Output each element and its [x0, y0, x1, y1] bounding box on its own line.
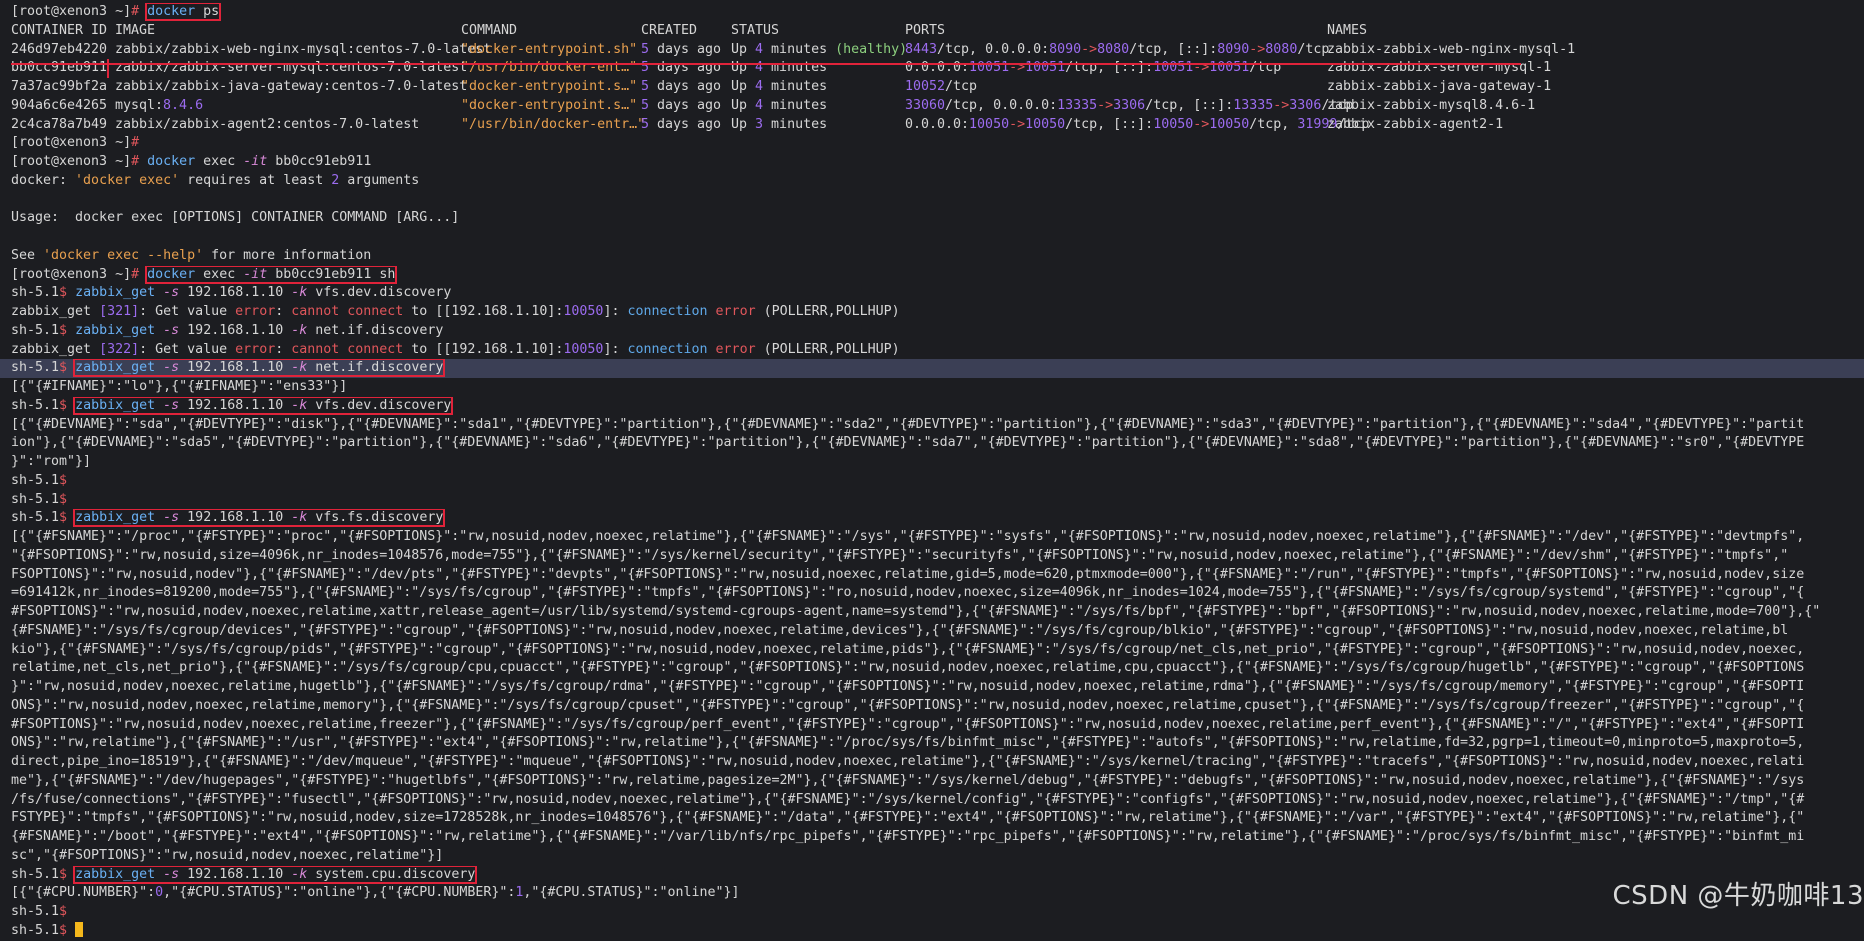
table-cell: 2c4ca78a7b49: [11, 116, 108, 132]
table-cell: zabbix-zabbix-mysql8.4.6-1: [1327, 97, 1536, 113]
table-header-cell: CONTAINER ID: [11, 22, 108, 38]
output-line: [{"{#DEVNAME}":"sda","{#DEVTYPE}":"disk"…: [11, 416, 1805, 432]
terminal[interactable]: [root@xenon3 ~]# docker ps CONTAINER ID IM…: [0, 3, 1864, 941]
output-line: ion"},{"{#DEVNAME}":"sda5","{#DEVTYPE}":…: [11, 435, 1805, 451]
table-cell: Up 3 minutes: [731, 116, 828, 132]
output-line: }":"rom"}]: [11, 454, 92, 469]
table-header: CONTAINER ID IMAGE COMMAND CREATED STATUS POR…: [11, 22, 1864, 41]
output-line: [{"{#FSNAME}":"/proc","{#FSTYPE}":"proc"…: [11, 529, 1805, 544]
table-header-cell: NAMES: [1327, 22, 1368, 38]
output-line: me"},{"{#FSNAME}":"/dev/hugepages","{#FS…: [11, 772, 1805, 788]
table-cell: zabbix-zabbix-agent2-1: [1327, 116, 1504, 132]
table-cell: 246d97eb4220: [11, 41, 108, 57]
table-cell: Up 4 minutes (healthy): [731, 41, 908, 57]
table-header-cell: COMMAND: [461, 22, 518, 38]
output-line: [{"{#IFNAME}":"lo"},{"{#IFNAME}":"ens33"…: [11, 379, 348, 394]
table-cell: "docker-entrypoint.s…": [461, 79, 638, 94]
table-row: 904a6c6e4265 mysql:8.4.6 "docker-entrypoin…: [11, 97, 1864, 116]
output-line: direct,pipe_ino=18519"},{"{#FSNAME}":"/d…: [11, 754, 1805, 769]
vfs-dev-command: zabbix_get -s 192.168.1.10 -k vfs.dev.di…: [73, 396, 454, 415]
output-line: [{"{#CPU.NUMBER}":0,"{#CPU.STATUS}":"onl…: [11, 885, 740, 901]
table-cell: 5 days ago: [641, 116, 722, 132]
output-line: #FSOPTIONS}":"rw,nosuid,nodev,noexec,rel…: [11, 716, 1805, 732]
prompt-line: sh-5.1$: [11, 491, 68, 507]
command-line: sh-5.1$ zabbix_get -s 192.168.1.10 -k vf…: [11, 509, 446, 528]
command-line: sh-5.1$ zabbix_get -s 192.168.1.10 -k ne…: [11, 322, 444, 338]
table-cell: mysql:8.4.6: [115, 97, 204, 113]
table-row: 2c4ca78a7b49 zabbix/zabbix-agent2:centos-…: [11, 116, 1864, 135]
table-cell: "docker-entrypoint.sh": [461, 41, 638, 57]
command-line: sh-5.1$ zabbix_get -s 192.168.1.10 -k vf…: [11, 285, 452, 301]
table-row: 7a37ac99bf2a zabbix/zabbix-java-gateway:c…: [11, 78, 1864, 97]
command-line: [root@xenon3 ~]# docker exec -it bb0cc91…: [11, 154, 372, 169]
output-line: #FSOPTIONS}":"rw,nosuid,nodev,noexec,rel…: [11, 604, 1821, 619]
cpu-discovery-command: zabbix_get -s 192.168.1.10 -k system.cpu…: [73, 865, 478, 884]
output-line: {#FSNAME}":"/boot","{#FSTYPE}":"ext4","{…: [11, 829, 1805, 844]
command-line: sh-5.1$ zabbix_get -s 192.168.1.10 -k sy…: [11, 865, 478, 884]
output-line: /fs/fuse/connections","{#FSTYPE}":"fusec…: [11, 791, 1805, 807]
row-underline: [11, 63, 1521, 65]
watermark: CSDN @牛奶咖啡13: [1612, 881, 1864, 911]
output-line: FSTYPE}":"tmpfs","{#FSOPTIONS}":"rw,nosu…: [11, 810, 1805, 826]
table-cell: zabbix/zabbix-web-nginx-mysql:centos-7.0…: [115, 41, 492, 57]
prompt-line: sh-5.1$: [11, 472, 68, 488]
prompt-line: [root@xenon3 ~]# docker ps: [11, 3, 222, 21]
net-if-command: zabbix_get -s 192.168.1.10 -k net.if.dis…: [73, 359, 446, 378]
docker-exec-command: docker exec -it bb0cc91eb911 sh: [145, 265, 398, 284]
table-cell: Up 4 minutes: [731, 79, 828, 94]
usage-line: Usage: docker exec [OPTIONS] CONTAINER C…: [11, 210, 460, 226]
output-line: =691412k,nr_inodes=819200,mode=755"},{"{…: [11, 585, 1805, 601]
table-cell: 5 days ago: [641, 79, 722, 94]
table-cell: "/usr/bin/docker-entr…": [461, 116, 646, 132]
table-cell: zabbix/zabbix-java-gateway:centos-7.0-la…: [115, 79, 468, 94]
table-cell: 5 days ago: [641, 41, 722, 57]
output-line: ONS}":"rw,relatime"},{"{#FSNAME}":"/usr"…: [11, 735, 1805, 751]
vfs-fs-command: zabbix_get -s 192.168.1.10 -k vfs.fs.dis…: [73, 509, 446, 528]
table-cell: 10052/tcp: [905, 79, 978, 94]
table-cell: 5 days ago: [641, 97, 722, 113]
output-line: {#FSNAME}":"/sys/fs/cgroup/devices","{#F…: [11, 622, 1789, 638]
table-cell: 33060/tcp, 0.0.0.0:13335->3306/tcp, [::]…: [905, 97, 1354, 113]
output-line: FSOPTIONS}":"rw,nosuid,nodev"},{"{#FSNAM…: [11, 566, 1805, 582]
table-cell: zabbix-zabbix-java-gateway-1: [1327, 79, 1552, 94]
command-line: sh-5.1$ zabbix_get -s 192.168.1.10 -k ne…: [0, 359, 1864, 378]
table-header-cell: PORTS: [905, 22, 946, 38]
table-header-cell: CREATED: [641, 22, 698, 38]
table-cell: 8443/tcp, 0.0.0.0:8090->8080/tcp, [::]:8…: [905, 41, 1330, 57]
error-line: zabbix_get [322]: Get value error: canno…: [11, 341, 900, 357]
table-row: 246d97eb4220 zabbix/zabbix-web-nginx-mysq…: [11, 41, 1864, 60]
output-line: kio"},{"{#FSNAME}":"/sys/fs/cgroup/pids"…: [11, 641, 1805, 657]
command-line: [root@xenon3 ~]# docker exec -it bb0cc91…: [11, 265, 398, 284]
help-line: See 'docker exec --help' for more inform…: [11, 247, 372, 263]
docker-ps-command: docker ps: [145, 3, 222, 21]
output-line: relatime,net_cls,net_prio"},{"{#FSNAME}"…: [11, 660, 1805, 676]
table-cell: Up 4 minutes: [731, 97, 828, 113]
output-line: ONS}":"rw,nosuid,nodev,noexec,relatime,m…: [11, 697, 1805, 713]
table-header-cell: IMAGE: [115, 22, 156, 38]
table-cell: zabbix-zabbix-web-nginx-mysql-1: [1327, 41, 1576, 57]
table-header-cell: STATUS: [731, 22, 780, 38]
table-cell: 0.0.0.0:10050->10050/tcp, [::]:10050->10…: [905, 116, 1370, 132]
table-cell: 904a6c6e4265: [11, 97, 108, 113]
output-line: }":"rw,nosuid,nodev,noexec,relatime,huge…: [11, 679, 1805, 694]
table-cell: zabbix/zabbix-agent2:centos-7.0-latest: [115, 116, 420, 132]
error-line: docker: 'docker exec' requires at least …: [11, 172, 420, 188]
command-line: sh-5.1$ zabbix_get -s 192.168.1.10 -k vf…: [11, 396, 454, 415]
prompt-line: sh-5.1$: [11, 922, 1864, 941]
prompt-line: [root@xenon3 ~]#: [11, 135, 140, 151]
table-cell: 7a37ac99bf2a: [11, 79, 108, 94]
output-line: "{#FSOPTIONS}":"rw,nosuid,size=4096k,nr_…: [11, 547, 1789, 563]
error-line: zabbix_get [321]: Get value error: canno…: [11, 304, 900, 319]
cursor: [75, 922, 84, 938]
prompt-line: sh-5.1$: [11, 904, 68, 919]
table-cell: "docker-entrypoint.s…": [461, 97, 638, 113]
output-line: sc","{#FSOPTIONS}":"rw,nosuid,nodev,noex…: [11, 847, 444, 863]
